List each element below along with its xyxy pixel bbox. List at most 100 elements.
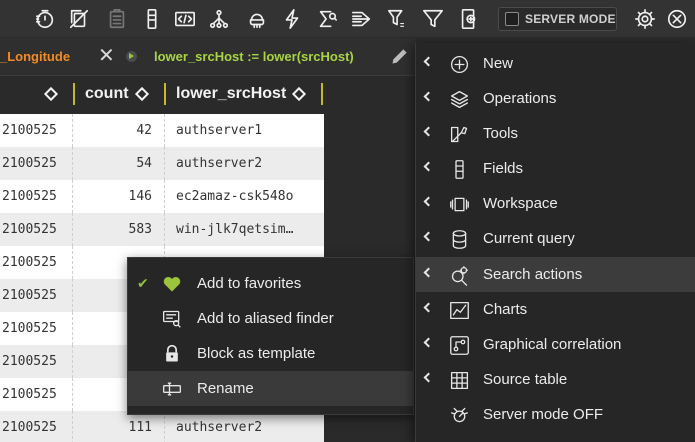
menu-item-charts[interactable]: Charts (416, 292, 695, 327)
menu-item-tools[interactable]: Tools (416, 116, 695, 151)
timer-icon[interactable] (32, 6, 58, 32)
chevron-left-icon (423, 56, 434, 67)
table-cell: 583 (72, 213, 164, 246)
main-context-menu: New Operations Tools Fields Workspace Cu… (415, 43, 695, 442)
empty-cell (324, 147, 416, 180)
table-cell: 146 (72, 180, 164, 213)
table-cell: 2100525 (2, 156, 57, 171)
aliased-finder-icon (161, 308, 183, 330)
sort-icon[interactable] (134, 86, 149, 102)
table-icon (447, 368, 471, 392)
chevron-left-icon (423, 126, 434, 137)
menu-item-label: Graphical correlation (483, 336, 622, 353)
empty-cell (324, 114, 416, 147)
longitude-tab[interactable]: _Longitude (0, 49, 70, 64)
column-divider[interactable] (321, 83, 323, 105)
table-cell: 2100525 (2, 189, 57, 204)
menu-item-operations[interactable]: Operations (416, 81, 695, 116)
add-page-icon[interactable] (456, 6, 482, 32)
copy-off-icon[interactable] (66, 6, 92, 32)
menu-item-label: Tools (483, 125, 519, 142)
table-cell: 54 (72, 147, 164, 180)
menu-item-label: Charts (483, 301, 528, 318)
table-cell: 2100525 (2, 321, 57, 336)
menu-item-block-as-template[interactable]: Block as template (128, 336, 413, 371)
chevron-left-icon (423, 302, 434, 313)
menu-item-label: Workspace (483, 195, 558, 212)
chevron-left-icon (423, 196, 434, 207)
menu-item-new[interactable]: New (416, 46, 695, 81)
table-header: count lower_srcHost (0, 77, 416, 111)
table-cell: 2100525 (2, 420, 57, 435)
chevron-left-icon (423, 161, 434, 172)
menu-item-workspace[interactable]: Workspace (416, 186, 695, 221)
sort-icon[interactable] (292, 86, 307, 102)
formula-play-icon[interactable] (126, 51, 137, 62)
column-header-count[interactable]: count (85, 77, 149, 111)
tree-icon[interactable] (206, 6, 232, 32)
search-actions-icon (447, 263, 471, 287)
table-cell: 2100525 (2, 222, 57, 237)
table-row[interactable]: 2100525 146 ec2amaz-csk548o (0, 180, 416, 213)
menu-item-rename[interactable]: Rename (128, 371, 413, 406)
menu-item-label: Add to favorites (197, 275, 302, 292)
table-cell: win-jlk7qetsim… (164, 213, 324, 246)
clipboard-icon[interactable] (104, 6, 130, 32)
heart-icon (161, 273, 183, 295)
column-icon[interactable] (139, 6, 165, 32)
sort-icon[interactable] (43, 77, 59, 111)
filter-icon[interactable] (420, 6, 446, 32)
menu-item-search-actions[interactable]: Search actions (416, 257, 695, 292)
close-tab-icon[interactable]: ✕ (98, 46, 115, 66)
sum-search-icon[interactable] (314, 6, 340, 32)
filter-or-icon[interactable] (385, 6, 411, 32)
table-cell: authserver2 (164, 147, 324, 180)
menu-item-label: Source table (483, 371, 568, 388)
column-divider[interactable] (73, 83, 75, 105)
column-divider[interactable] (164, 83, 166, 105)
code-icon[interactable] (172, 6, 198, 32)
chart-icon (447, 298, 471, 322)
table-row[interactable]: 2100525 111 authserver2 (0, 411, 416, 442)
empty-cell (324, 411, 416, 442)
menu-item-add-to-aliased-finder[interactable]: Add to aliased finder (128, 301, 413, 336)
server-mode-label: SERVER MODE (525, 12, 616, 26)
menu-item-source-table[interactable]: Source table (416, 362, 695, 397)
table-cell: authserver1 (164, 114, 324, 147)
column-header-lower-srchost[interactable]: lower_srcHost (176, 77, 307, 111)
table-cell: 2100525 (2, 123, 57, 138)
server-mode-checkbox[interactable] (505, 12, 519, 26)
table-cell: 2100525 (2, 387, 57, 402)
menu-item-label: Operations (483, 90, 557, 107)
menu-item-graphical-correlation[interactable]: Graphical correlation (416, 327, 695, 362)
table-cell: 2100525 (2, 255, 57, 270)
close-circle-icon[interactable] (664, 6, 690, 32)
tools-icon (447, 122, 471, 146)
menu-item-add-to-favorites[interactable]: ✔ Add to favorites (128, 266, 413, 301)
formula-tab[interactable]: lower_srcHost := lower(srcHost) (154, 49, 354, 64)
database-icon (447, 227, 471, 251)
correlation-icon (447, 333, 471, 357)
table-row[interactable]: 2100525 54 authserver2 (0, 147, 416, 180)
table-cell: ec2amaz-csk548o (164, 180, 324, 213)
fields-icon (447, 157, 471, 181)
table-cell: 2100525 (2, 354, 57, 369)
gear-icon[interactable] (632, 6, 658, 32)
chevron-left-icon (423, 372, 434, 383)
lightning-icon[interactable] (279, 6, 305, 32)
pencil-icon[interactable] (390, 46, 412, 68)
brain-icon[interactable] (244, 6, 270, 32)
menu-item-label: Search actions (483, 266, 583, 283)
table-row[interactable]: 2100525 583 win-jlk7qetsim… (0, 213, 416, 246)
chevron-left-icon (423, 337, 434, 348)
check-icon: ✔ (137, 275, 149, 291)
merge-lines-icon[interactable] (349, 6, 375, 32)
top-toolbar: SERVER MODE (0, 0, 695, 38)
menu-item-label: New (483, 55, 514, 72)
table-row[interactable]: 2100525 42 authserver1 (0, 114, 416, 147)
menu-item-fields[interactable]: Fields (416, 151, 695, 186)
menu-item-current-query[interactable]: Current query (416, 221, 695, 256)
menu-item-server-mode-off[interactable]: Server mode OFF (416, 397, 695, 432)
layers-icon (447, 87, 471, 111)
server-mode-toggle[interactable]: SERVER MODE (498, 7, 617, 31)
